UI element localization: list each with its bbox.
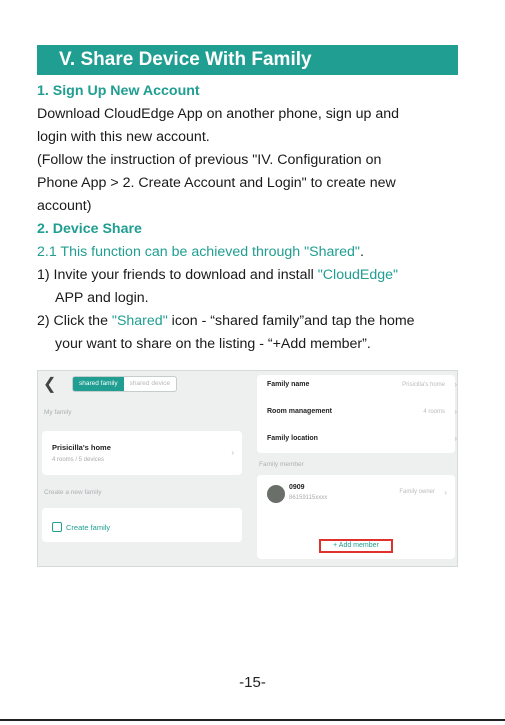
step-1-text: 1) Invite your friends to download and i… <box>37 267 318 283</box>
chevron-right-icon: › <box>444 488 447 497</box>
share-tabs: shared family shared device <box>72 376 178 392</box>
app-screenshot: ❮ shared family shared device My family … <box>37 370 458 567</box>
home-meta: 4 rooms / 5 devices <box>52 457 105 463</box>
family-list-pane: ❮ shared family shared device My family … <box>38 371 246 566</box>
create-family-card[interactable]: Create family <box>42 508 242 542</box>
instructions: 1. Sign Up New Account Download CloudEdg… <box>37 80 467 356</box>
chevron-right-icon: › <box>231 448 234 457</box>
step-1: 1) Invite your friends to download and i… <box>37 264 467 287</box>
family-detail-pane: Family name Prisicilla's home › Room man… <box>251 371 457 566</box>
room-management-row[interactable]: Room management 4 rooms › <box>257 404 457 422</box>
family-location-row[interactable]: Family location › <box>257 431 457 449</box>
back-arrow-icon[interactable]: ❮ <box>43 374 56 394</box>
family-name-label: Family name <box>267 381 310 388</box>
text-line: (Follow the instruction of previous "IV.… <box>37 152 382 168</box>
create-section-label: Create a new family <box>44 489 102 496</box>
tab-shared-family[interactable]: shared family <box>73 377 124 391</box>
create-family-button[interactable]: Create family <box>52 522 110 532</box>
chevron-right-icon: › <box>454 407 457 416</box>
room-management-value: 4 rooms <box>423 409 445 415</box>
chevron-right-icon: › <box>454 434 457 443</box>
member-name: 0909 <box>289 484 305 491</box>
create-family-label: Create family <box>66 522 111 532</box>
family-name-value: Prisicilla's home <box>402 382 445 388</box>
page-number: -15- <box>239 674 266 691</box>
family-name-row[interactable]: Family name Prisicilla's home › <box>257 377 457 395</box>
step-1-cont: APP and login. <box>55 290 149 306</box>
member-role: Family owner <box>399 489 435 495</box>
family-location-label: Family location <box>267 435 318 442</box>
step-2-shared: "Shared" <box>111 313 168 329</box>
step-2: 2) Click the "Shared" icon - “shared fam… <box>37 310 467 333</box>
text-2-1: 2.1 This function can be achieved throug… <box>37 244 360 260</box>
text-line: Phone App > 2. Create Account and Login"… <box>37 175 396 191</box>
my-family-label: My family <box>44 409 72 416</box>
family-member-label: Family member <box>259 461 304 468</box>
family-settings-card: Family name Prisicilla's home › Room man… <box>257 375 457 453</box>
step-2-text: 2) Click the <box>37 313 112 329</box>
home-name: Prisicilla's home <box>52 443 111 452</box>
home-icon <box>52 522 62 532</box>
step-2-text-end: icon - “shared family”and tap the home <box>167 313 415 329</box>
member-id: 86159115xxxx <box>289 495 328 501</box>
heading-sign-up: 1. Sign Up New Account <box>37 83 200 99</box>
text-line: login with this new account. <box>37 129 210 145</box>
text-line-2-1: 2.1 This function can be achieved throug… <box>37 241 467 264</box>
avatar <box>267 485 285 503</box>
home-card[interactable]: Prisicilla's home 4 rooms / 5 devices › <box>42 431 242 475</box>
member-card: 0909 86159115xxxx Family owner › + Add m… <box>257 475 455 559</box>
step-2-cont: your want to share on the listing - “+Ad… <box>55 336 371 352</box>
tab-shared-device[interactable]: shared device <box>124 377 176 391</box>
room-management-label: Room management <box>267 408 332 415</box>
chevron-right-icon: › <box>454 380 457 389</box>
bottom-rule <box>0 719 505 721</box>
text-line: account) <box>37 198 92 214</box>
section-banner: V. Share Device With Family <box>37 45 458 75</box>
text-2-1-dot: . <box>359 244 364 260</box>
text-line: Download CloudEdge App on another phone,… <box>37 106 400 122</box>
heading-device-share: 2. Device Share <box>37 221 142 237</box>
step-1-app-name: "CloudEdge" <box>317 267 399 283</box>
add-member-button[interactable]: + Add member <box>319 539 393 553</box>
